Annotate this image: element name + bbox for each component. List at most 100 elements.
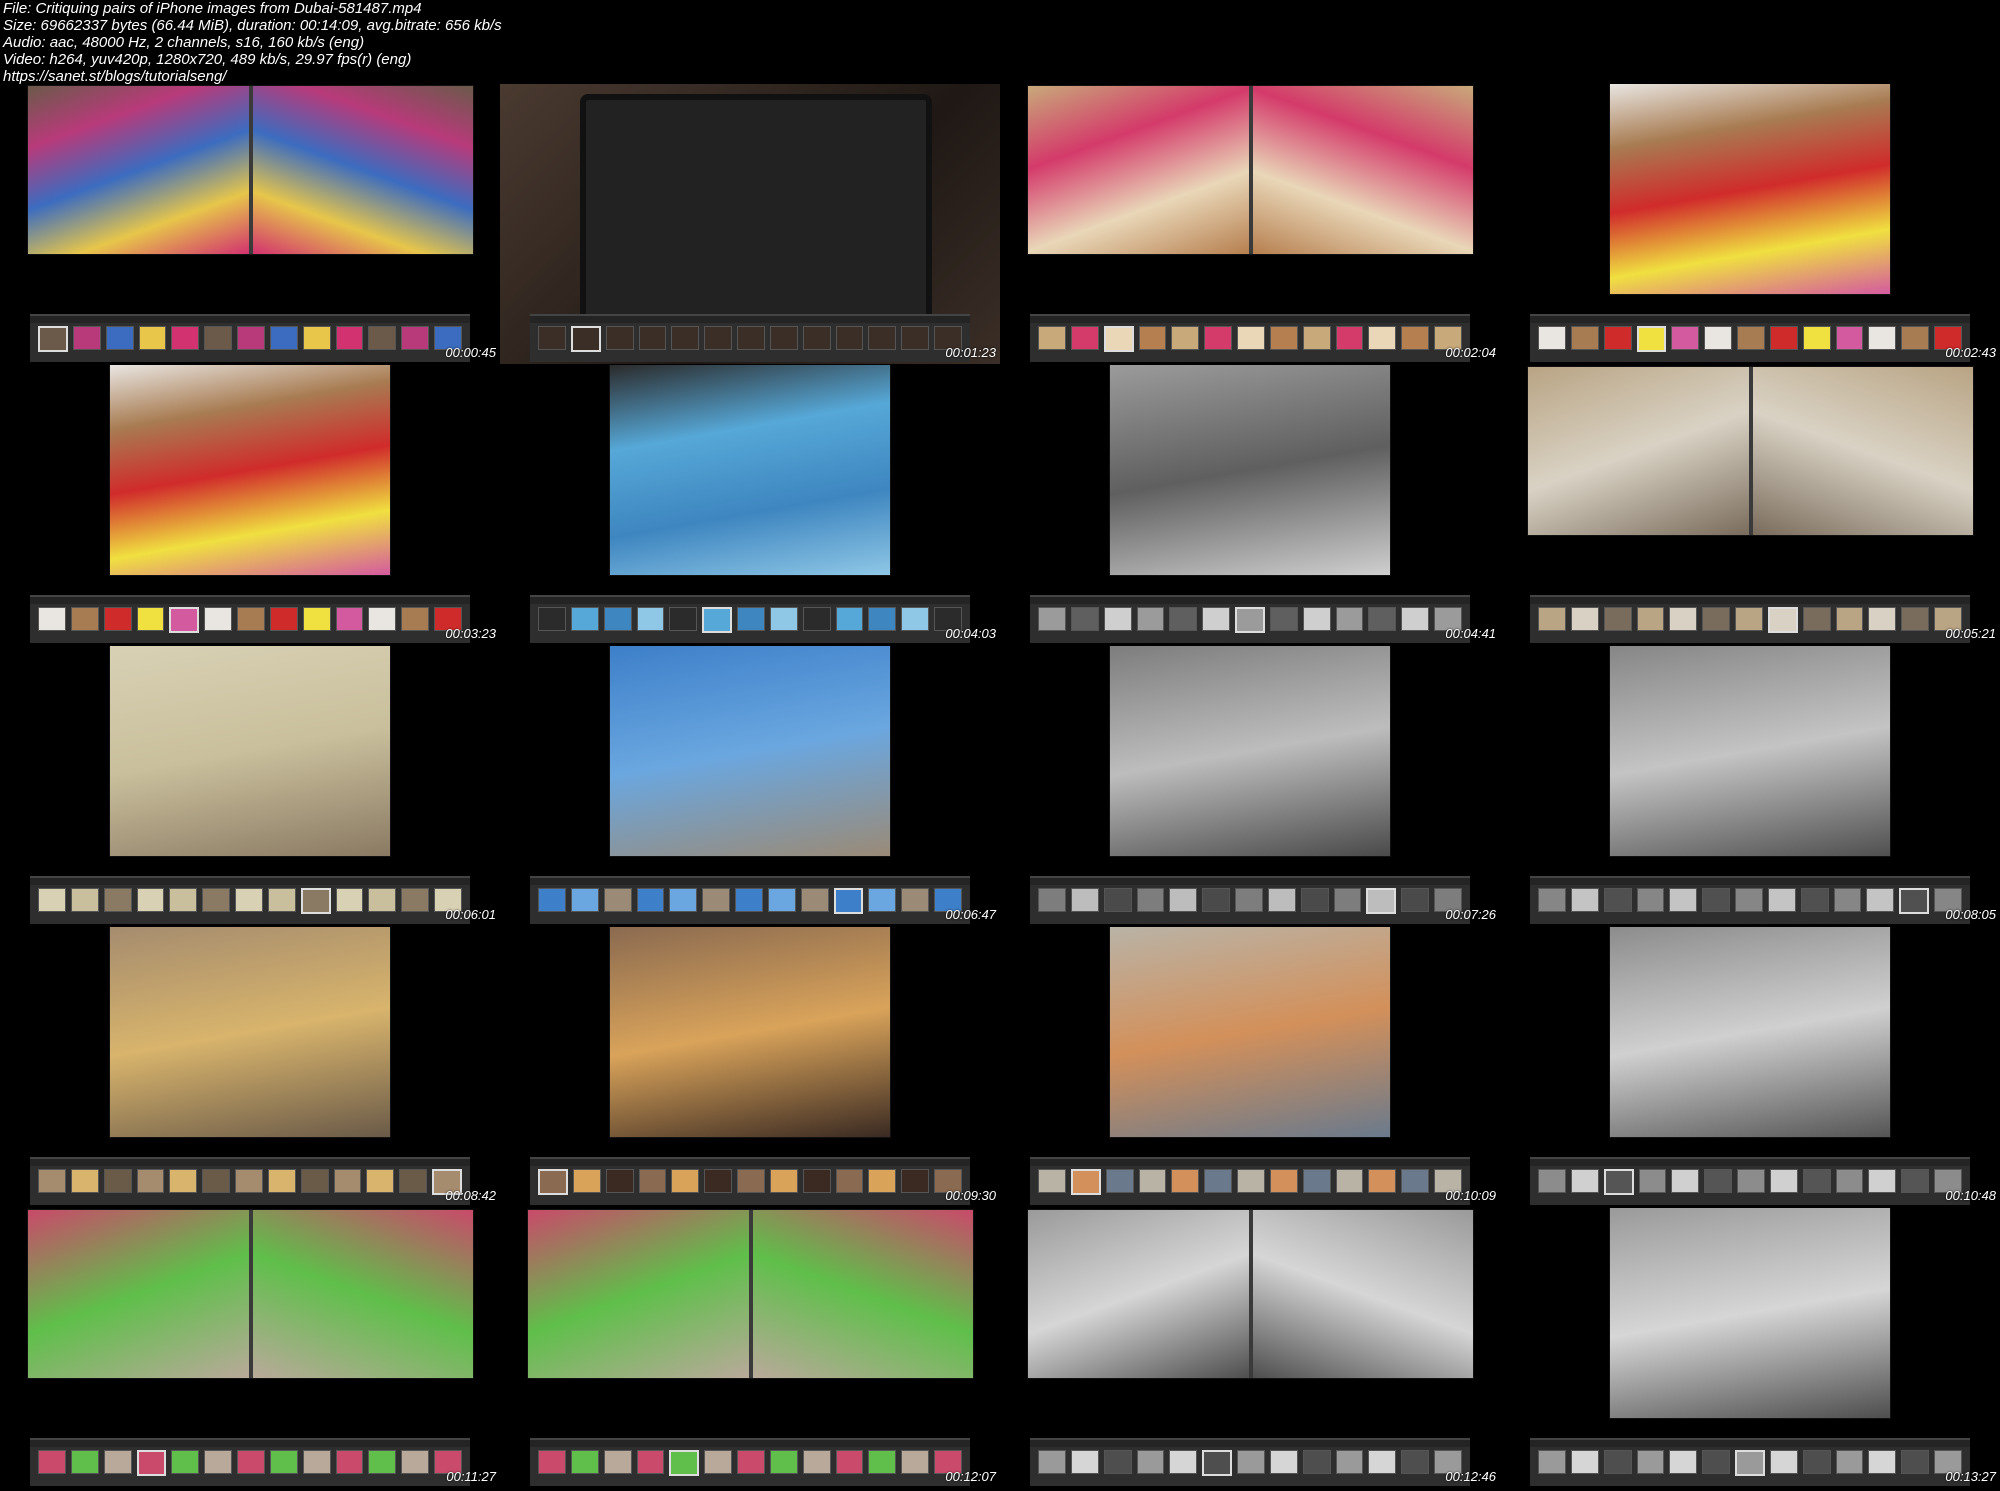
filmstrip-thumb [169,607,200,633]
filmstrip-thumb [1702,888,1731,912]
frame-timecode: 00:10:09 [1445,1188,1496,1203]
filmstrip-thumb [171,1450,200,1474]
filmstrip-thumb [1169,888,1198,912]
filmstrip-thumb [202,888,231,912]
filmstrip-thumb [1269,326,1298,350]
filmstrip-thumb [802,1169,831,1193]
filmstrip-thumb [570,326,601,352]
filmstrip-thumbs [1038,607,1462,633]
filmstrip-thumb [1169,1450,1198,1474]
filmstrip-thumb [300,1169,329,1193]
filmstrip-thumbs [1038,1450,1462,1476]
video-frame-thumbnail: 00:10:09 [1000,927,1500,1207]
filmstrip-thumb [636,888,665,912]
filmstrip-panel [530,595,970,643]
filmstrip-thumb [1636,888,1665,912]
filmstrip-thumb [901,888,930,912]
video-frame-thumbnail: 00:00:45 [0,84,500,364]
filmstrip-thumb [735,888,763,912]
filmstrip-toolbar [1530,1440,1970,1447]
filmstrip-thumb [1302,607,1331,631]
frame-timecode: 00:10:48 [1945,1188,1996,1203]
filmstrip-thumb [835,607,864,631]
frame-timecode: 00:01:23 [945,345,996,360]
filmstrip-thumb [737,1450,765,1474]
filmstrip-thumb [1735,607,1763,631]
video-frame-thumbnail: 00:04:03 [500,365,1000,645]
filmstrip-thumb [1800,888,1829,912]
filmstrip-toolbar [1530,597,1970,604]
filmstrip-toolbar [530,1440,970,1447]
filmstrip-thumb [737,1169,765,1193]
paired-image [252,1210,473,1378]
photo-preview [1110,646,1390,856]
filmstrip-thumb [1202,607,1231,631]
filmstrip-thumb [767,888,796,912]
filmstrip-thumb [1868,326,1897,350]
filmstrip-thumb [1802,326,1831,350]
filmstrip-thumb [603,1450,632,1474]
filmstrip-thumb [38,1450,66,1474]
filmstrip-thumb [302,607,331,631]
filmstrip-thumb [1300,888,1329,912]
filmstrip-thumb [136,1450,167,1476]
filmstrip-thumb [1538,888,1566,912]
filmstrip-thumb [638,1169,667,1193]
filmstrip-thumb [1368,1450,1397,1474]
filmstrip-thumb [702,607,733,633]
filmstrip-thumb [1138,326,1167,350]
filmstrip-thumb [1603,1169,1634,1195]
photo-preview [1528,367,1973,535]
photo-preview [1110,927,1390,1137]
filmstrip-thumb [38,1169,66,1193]
filmstrip-toolbar [1030,1440,1470,1447]
filmstrip-thumb [1901,326,1930,350]
frame-timecode: 00:09:30 [945,1188,996,1203]
filmstrip-thumb [1769,1169,1798,1193]
filmstrip-panel [530,876,970,924]
photo-preview [528,1210,973,1378]
filmstrip-thumb [1235,888,1263,912]
filmstrip-toolbar [30,316,470,323]
filmstrip-thumb [901,607,930,631]
filmstrip-toolbar [530,597,970,604]
audio-info-line: Audio: aac, 48000 Hz, 2 channels, s16, 1… [3,34,365,51]
filmstrip-thumb [72,326,101,350]
filmstrip-thumb [1038,1450,1066,1474]
filmstrip-toolbar [530,878,970,885]
filmstrip-thumbs [38,607,462,633]
filmstrip-thumb [702,888,731,912]
filmstrip-thumb [267,1169,296,1193]
filmstrip-thumb [1070,888,1099,912]
filmstrip-thumbs [538,607,962,633]
filmstrip-thumb [605,1169,634,1193]
filmstrip-thumb [835,1169,864,1193]
filmstrip-thumb [302,326,331,350]
filmstrip-thumb [1269,1169,1298,1193]
filmstrip-thumb [538,607,566,631]
filmstrip-thumb [1401,888,1430,912]
filmstrip-thumb [235,888,263,912]
filmstrip-thumb [800,888,829,912]
filmstrip-thumb [401,1450,430,1474]
filmstrip-thumb [1538,1450,1566,1474]
filmstrip-thumbs [38,1450,462,1476]
paired-image [1252,86,1473,254]
filmstrip-thumb [769,1169,798,1193]
filmstrip-thumb [1169,607,1198,631]
filmstrip-toolbar [1530,316,1970,323]
filmstrip-thumb [669,1450,700,1476]
filmstrip-thumb [704,1450,733,1474]
filmstrip-thumb [1671,1169,1700,1193]
filmstrip-thumb [737,607,765,631]
filmstrip-thumb [1767,607,1798,633]
filmstrip-toolbar [1030,316,1470,323]
filmstrip-thumb [1638,1169,1667,1193]
filmstrip-panel [1530,1438,1970,1486]
filmstrip-panel [30,595,470,643]
filmstrip-thumb [1669,1450,1698,1474]
filmstrip-thumb [1570,326,1599,350]
filmstrip-thumb [1401,1450,1430,1474]
filmstrip-toolbar [1030,597,1470,604]
filmstrip-panel [1030,1157,1470,1205]
